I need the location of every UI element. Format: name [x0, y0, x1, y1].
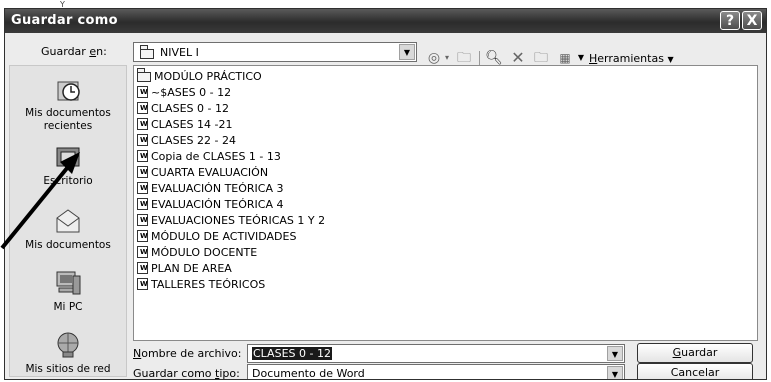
annotation-arrow [0, 152, 80, 250]
